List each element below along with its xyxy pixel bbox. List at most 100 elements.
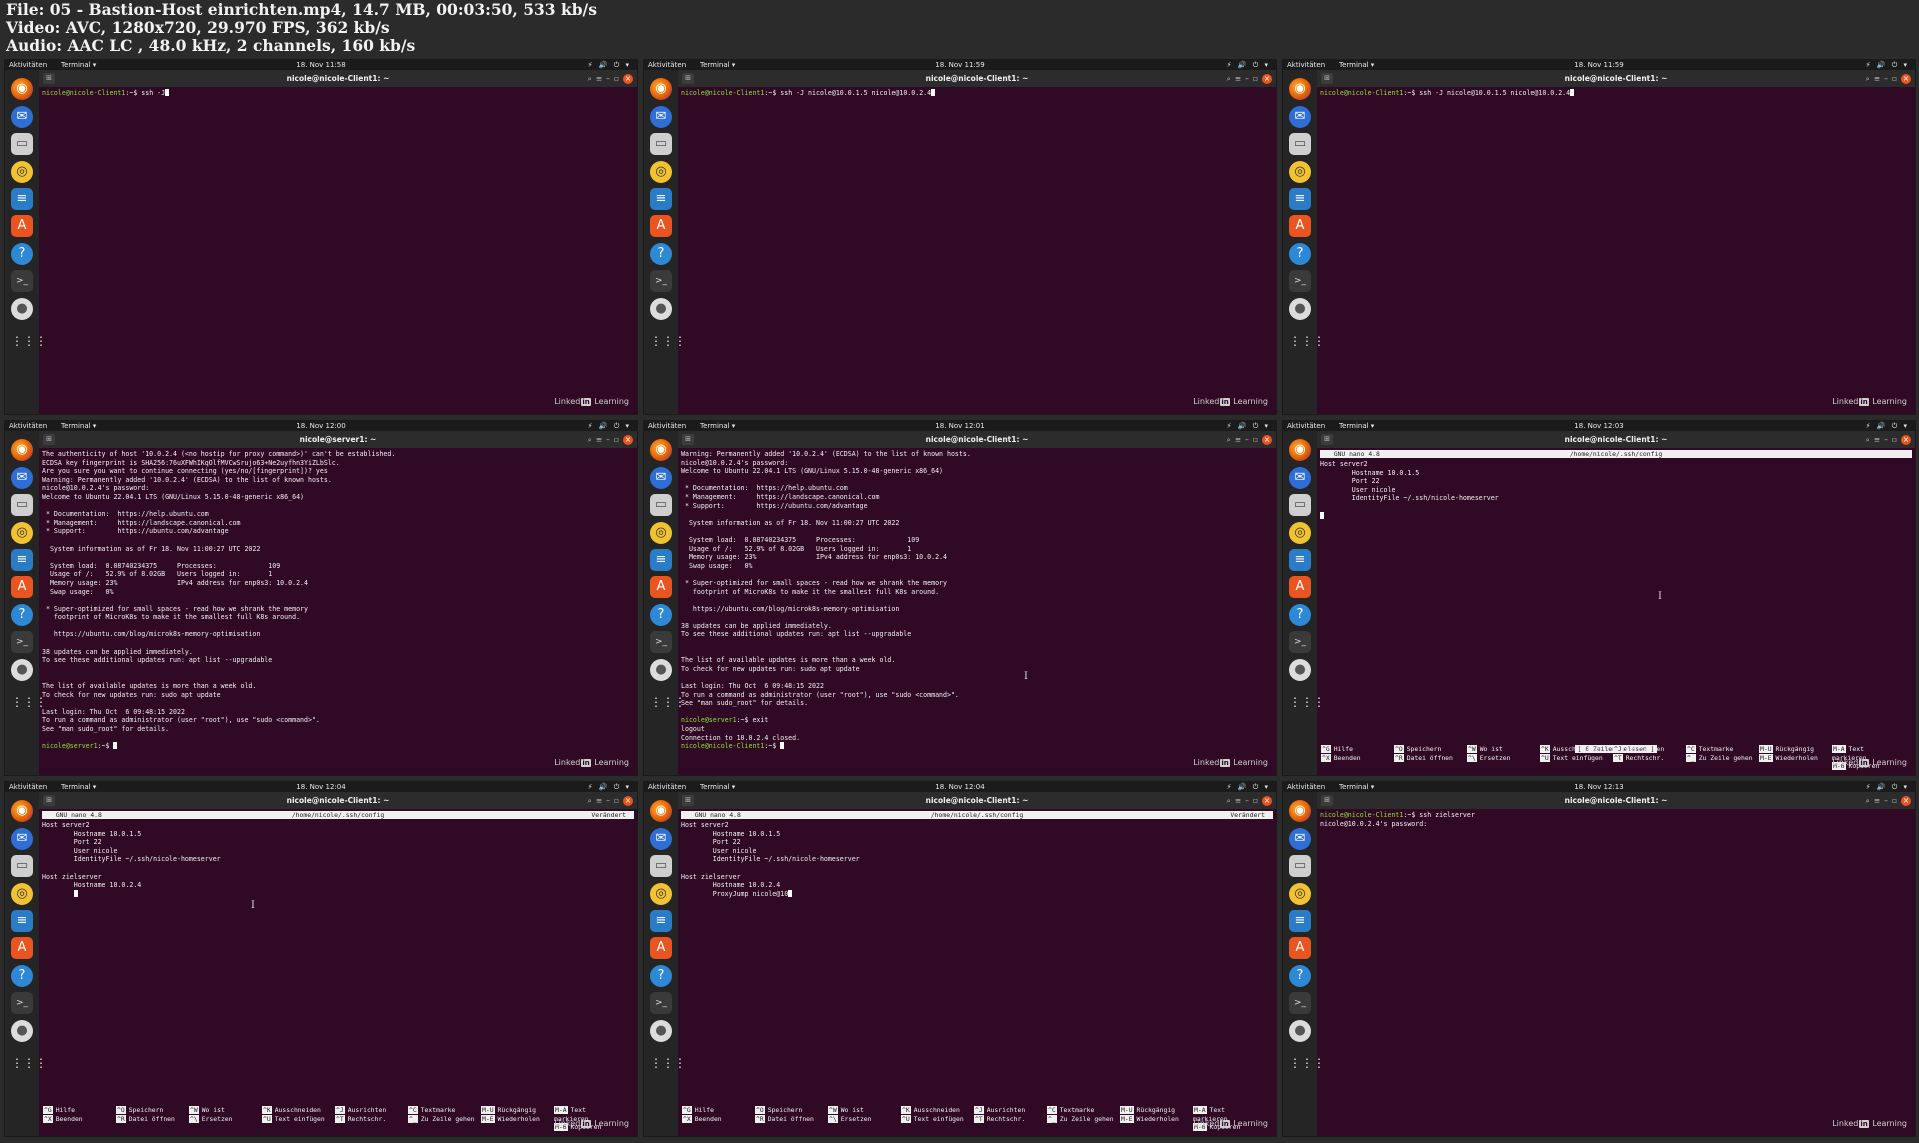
close-icon[interactable]: × — [1262, 74, 1272, 84]
thunderbird-icon[interactable]: ✉ — [1289, 106, 1311, 128]
close-icon[interactable]: × — [623, 796, 633, 806]
help-icon[interactable]: ? — [11, 243, 33, 265]
clock-label[interactable]: 18. Nov 12:00 — [5, 421, 637, 431]
writer-icon[interactable]: ≡ — [1289, 549, 1311, 571]
close-icon[interactable]: × — [1262, 796, 1272, 806]
firefox-icon[interactable]: ◉ — [650, 439, 672, 461]
terminal-icon[interactable]: >_ — [11, 992, 33, 1014]
minimize-icon[interactable]: – — [1245, 74, 1253, 83]
help-icon[interactable]: ? — [650, 965, 672, 987]
rhythmbox-icon[interactable]: ◎ — [11, 522, 33, 544]
nano-shortcut[interactable]: ^G Hilfe ^X Beenden — [43, 1106, 113, 1123]
firefox-icon[interactable]: ◉ — [11, 78, 33, 100]
help-icon[interactable]: ? — [11, 604, 33, 626]
nano-shortcut[interactable]: ^J Ausrichten ^T Rechtschr. — [1613, 745, 1683, 762]
thunderbird-icon[interactable]: ✉ — [1289, 467, 1311, 489]
thunderbird-icon[interactable]: ✉ — [11, 828, 33, 850]
writer-icon[interactable]: ≡ — [650, 910, 672, 932]
rhythmbox-icon[interactable]: ◎ — [650, 883, 672, 905]
search-icon[interactable]: ⌕ — [1227, 74, 1235, 83]
app-center-icon[interactable]: A — [1289, 937, 1311, 959]
minimize-icon[interactable]: – — [1884, 74, 1892, 83]
nano-shortcut[interactable]: ^J Ausrichten ^T Rechtschr. — [974, 1106, 1044, 1123]
show-apps-icon[interactable]: ⋮⋮⋮ — [11, 1052, 47, 1074]
terminal-body[interactable]: nicole@nicole-Client1:~$ ssh zielserver n… — [1317, 809, 1915, 1136]
dvd-icon[interactable]: ● — [11, 298, 33, 320]
firefox-icon[interactable]: ◉ — [650, 800, 672, 822]
dvd-icon[interactable]: ● — [650, 298, 672, 320]
system-tray[interactable]: ⚡ 🔊 ⏻ ▾ — [588, 421, 631, 431]
nano-shortcut[interactable]: M-U Rückgängig M-E Wiederholen — [1759, 745, 1829, 762]
files-icon[interactable]: ▭ — [1289, 855, 1311, 877]
app-center-icon[interactable]: A — [1289, 576, 1311, 598]
terminal-icon[interactable]: >_ — [650, 631, 672, 653]
minimize-icon[interactable]: – — [1884, 435, 1892, 444]
writer-icon[interactable]: ≡ — [650, 549, 672, 571]
help-icon[interactable]: ? — [650, 604, 672, 626]
new-tab-icon[interactable]: ⊞ — [682, 434, 694, 445]
dvd-icon[interactable]: ● — [650, 659, 672, 681]
show-apps-icon[interactable]: ⋮⋮⋮ — [650, 691, 686, 713]
maximize-icon[interactable]: ▫ — [1253, 796, 1262, 805]
maximize-icon[interactable]: ▫ — [1892, 435, 1901, 444]
search-icon[interactable]: ⌕ — [588, 74, 596, 83]
system-tray[interactable]: ⚡ 🔊 ⏻ ▾ — [588, 60, 631, 70]
menu-icon[interactable]: ≡ — [1874, 74, 1884, 83]
search-icon[interactable]: ⌕ — [1227, 796, 1235, 805]
terminal-icon[interactable]: >_ — [11, 270, 33, 292]
terminal-body[interactable]: nicole@nicole-Client1:~$ ssh -J — [39, 87, 637, 414]
writer-icon[interactable]: ≡ — [11, 549, 33, 571]
app-center-icon[interactable]: A — [650, 937, 672, 959]
maximize-icon[interactable]: ▫ — [614, 74, 623, 83]
files-icon[interactable]: ▭ — [11, 855, 33, 877]
clock-label[interactable]: 18. Nov 12:04 — [5, 782, 637, 792]
terminal-icon[interactable]: >_ — [650, 992, 672, 1014]
files-icon[interactable]: ▭ — [1289, 494, 1311, 516]
app-center-icon[interactable]: A — [650, 215, 672, 237]
terminal-body[interactable]: GNU nano 4.8/home/nicole/.ssh/config Verä… — [678, 809, 1276, 1136]
terminal-icon[interactable]: >_ — [11, 631, 33, 653]
system-tray[interactable]: ⚡ 🔊 ⏻ ▾ — [588, 782, 631, 792]
new-tab-icon[interactable]: ⊞ — [1321, 795, 1333, 806]
dvd-icon[interactable]: ● — [11, 659, 33, 681]
nano-shortcut[interactable]: ^C Textmarke ^_ Zu Zeile gehen — [1047, 1106, 1117, 1123]
system-tray[interactable]: ⚡ 🔊 ⏻ ▾ — [1227, 60, 1270, 70]
rhythmbox-icon[interactable]: ◎ — [650, 522, 672, 544]
system-tray[interactable]: ⚡ 🔊 ⏻ ▾ — [1866, 421, 1909, 431]
nano-shortcut[interactable]: ^G Hilfe ^X Beenden — [1321, 745, 1391, 762]
search-icon[interactable]: ⌕ — [1866, 796, 1874, 805]
menu-icon[interactable]: ≡ — [596, 796, 606, 805]
app-center-icon[interactable]: A — [11, 576, 33, 598]
writer-icon[interactable]: ≡ — [1289, 188, 1311, 210]
dvd-icon[interactable]: ● — [1289, 659, 1311, 681]
search-icon[interactable]: ⌕ — [1227, 435, 1235, 444]
rhythmbox-icon[interactable]: ◎ — [1289, 883, 1311, 905]
show-apps-icon[interactable]: ⋮⋮⋮ — [1289, 1052, 1325, 1074]
show-apps-icon[interactable]: ⋮⋮⋮ — [11, 330, 47, 352]
thunderbird-icon[interactable]: ✉ — [650, 828, 672, 850]
terminal-body[interactable]: GNU nano 4.8/home/nicole/.ssh/config Verä… — [39, 809, 637, 1136]
maximize-icon[interactable]: ▫ — [614, 435, 623, 444]
show-apps-icon[interactable]: ⋮⋮⋮ — [1289, 691, 1325, 713]
firefox-icon[interactable]: ◉ — [1289, 439, 1311, 461]
maximize-icon[interactable]: ▫ — [1253, 74, 1262, 83]
menu-icon[interactable]: ≡ — [1874, 796, 1884, 805]
terminal-icon[interactable]: >_ — [1289, 992, 1311, 1014]
close-icon[interactable]: × — [1901, 435, 1911, 445]
files-icon[interactable]: ▭ — [650, 133, 672, 155]
terminal-body[interactable]: Warning: Permanently added '10.0.2.4' (E… — [678, 448, 1276, 775]
clock-label[interactable]: 18. Nov 12:13 — [1283, 782, 1915, 792]
maximize-icon[interactable]: ▫ — [1892, 796, 1901, 805]
menu-icon[interactable]: ≡ — [1874, 435, 1884, 444]
show-apps-icon[interactable]: ⋮⋮⋮ — [650, 330, 686, 352]
new-tab-icon[interactable]: ⊞ — [43, 795, 55, 806]
search-icon[interactable]: ⌕ — [1866, 74, 1874, 83]
writer-icon[interactable]: ≡ — [11, 910, 33, 932]
help-icon[interactable]: ? — [1289, 965, 1311, 987]
nano-shortcut[interactable]: ^W Wo ist ^\ Ersetzen — [189, 1106, 259, 1123]
minimize-icon[interactable]: – — [606, 796, 614, 805]
close-icon[interactable]: × — [623, 435, 633, 445]
system-tray[interactable]: ⚡ 🔊 ⏻ ▾ — [1866, 782, 1909, 792]
terminal-body[interactable]: GNU nano 4.8/home/nicole/.ssh/config Host… — [1317, 448, 1915, 775]
show-apps-icon[interactable]: ⋮⋮⋮ — [11, 691, 47, 713]
